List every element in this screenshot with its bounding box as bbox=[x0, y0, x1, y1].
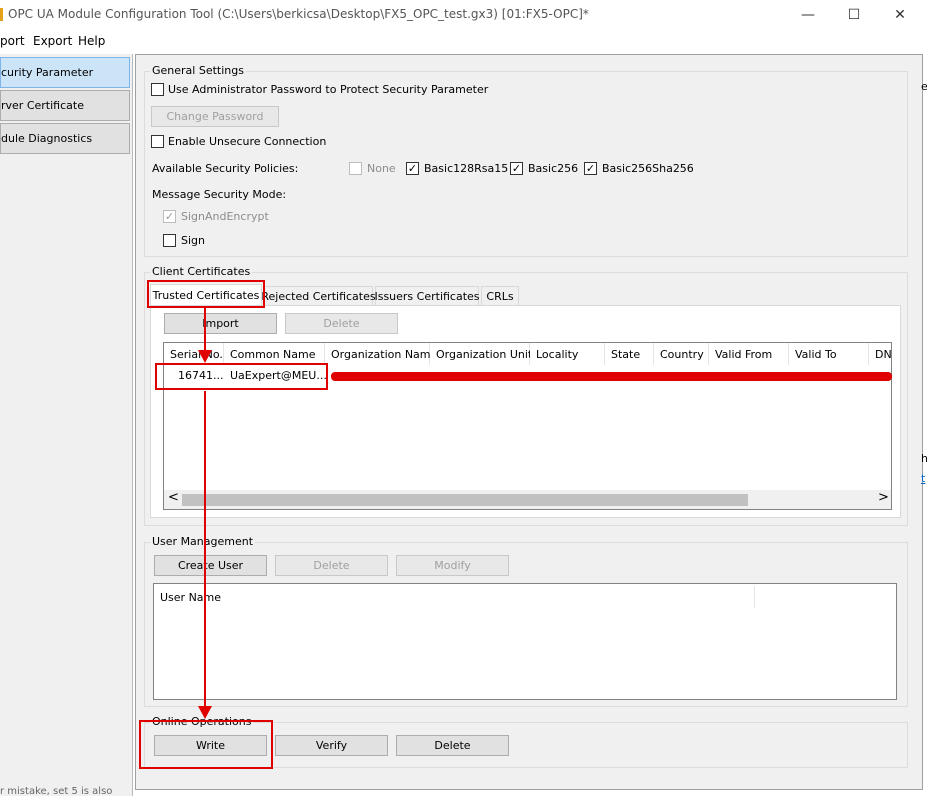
scrollbar-thumb[interactable] bbox=[182, 494, 748, 506]
column-header[interactable]: State bbox=[605, 343, 654, 365]
tab-issuers-certificates[interactable]: Issuers Certificates bbox=[374, 286, 480, 306]
annotation-arrow-line bbox=[204, 307, 206, 355]
tab-crls[interactable]: CRLs bbox=[481, 286, 519, 306]
unsecure-connection-checkbox[interactable] bbox=[151, 135, 164, 148]
column-header[interactable]: Organization Name bbox=[325, 343, 437, 365]
delete-certificate-button[interactable]: Delete bbox=[285, 313, 398, 334]
annotation-arrow-line bbox=[204, 391, 206, 713]
policy-basic256sha256-label: Basic256Sha256 bbox=[602, 162, 694, 175]
user-name-column-header[interactable]: User Name bbox=[160, 591, 221, 604]
policy-basic256-label: Basic256 bbox=[528, 162, 579, 175]
left-navigation bbox=[0, 54, 133, 796]
user-management-title: User Management bbox=[150, 535, 256, 548]
column-header[interactable]: DN bbox=[869, 343, 891, 365]
menu-item-help[interactable]: Help bbox=[78, 34, 105, 48]
annotation-box-trusted-tab bbox=[147, 280, 265, 308]
import-button[interactable]: Import bbox=[164, 313, 277, 334]
policy-none-label: None bbox=[367, 162, 396, 175]
background-fragment-link: t bbox=[921, 472, 926, 485]
menu-item-export[interactable]: Export bbox=[33, 34, 72, 48]
scroll-right-icon[interactable]: > bbox=[878, 490, 889, 505]
minimize-icon: — bbox=[801, 7, 815, 23]
unsecure-connection-label: Enable Unsecure Connection bbox=[168, 135, 327, 148]
column-header[interactable]: Valid To bbox=[789, 343, 869, 365]
nav-server-certificate[interactable]: rver Certificate bbox=[0, 90, 130, 121]
nav-label: curity Parameter bbox=[1, 66, 94, 79]
app-icon bbox=[0, 8, 3, 21]
general-settings-title: General Settings bbox=[150, 64, 246, 77]
nav-module-diagnostics[interactable]: dule Diagnostics bbox=[0, 123, 130, 154]
change-password-button[interactable]: Change Password bbox=[151, 106, 279, 127]
column-header[interactable]: Common Name bbox=[224, 343, 325, 365]
policy-basic256-checkbox[interactable]: ✓ bbox=[510, 162, 523, 175]
column-header[interactable]: Valid From bbox=[709, 343, 789, 365]
sign-encrypt-label: SignAndEncrypt bbox=[181, 210, 269, 223]
policy-basic256sha256-checkbox[interactable]: ✓ bbox=[584, 162, 597, 175]
background-fragment: h bbox=[921, 452, 927, 465]
sign-checkbox[interactable] bbox=[163, 234, 176, 247]
column-divider bbox=[754, 586, 755, 608]
delete-user-button[interactable]: Delete bbox=[275, 555, 388, 576]
create-user-button[interactable]: Create User bbox=[154, 555, 267, 576]
menu-bar bbox=[0, 30, 927, 52]
arrow-head-icon bbox=[198, 706, 212, 719]
admin-password-checkbox[interactable] bbox=[151, 83, 164, 96]
column-header[interactable]: Serial No. bbox=[164, 343, 224, 365]
policy-basic128rsa15-checkbox[interactable]: ✓ bbox=[406, 162, 419, 175]
policy-basic128rsa15-label: Basic128Rsa15 bbox=[424, 162, 509, 175]
close-icon: ✕ bbox=[894, 7, 906, 23]
client-certificates-title: Client Certificates bbox=[150, 265, 253, 278]
nav-security-parameter[interactable]: curity Parameter bbox=[0, 57, 130, 88]
background-fragment: e bbox=[921, 80, 927, 93]
menu-item-import[interactable]: port bbox=[0, 34, 25, 48]
redaction-bar bbox=[331, 372, 892, 381]
sign-label: Sign bbox=[181, 234, 205, 247]
background-text-fragment: r mistake, set 5 is also bbox=[0, 786, 113, 797]
annotation-box-write-button bbox=[139, 720, 273, 769]
window-title: OPC UA Module Configuration Tool (C:\Use… bbox=[8, 7, 589, 21]
annotation-box-certificate-row bbox=[155, 363, 328, 390]
sign-encrypt-checkbox[interactable]: ✓ bbox=[163, 210, 176, 223]
delete-online-button[interactable]: Delete bbox=[396, 735, 509, 756]
minimize-button[interactable]: — bbox=[785, 0, 831, 30]
policy-none-checkbox[interactable] bbox=[349, 162, 362, 175]
column-header[interactable]: Country bbox=[654, 343, 709, 365]
available-policies-label: Available Security Policies: bbox=[152, 162, 299, 175]
nav-label: dule Diagnostics bbox=[1, 132, 93, 145]
scroll-left-icon[interactable]: < bbox=[168, 490, 179, 505]
verify-button[interactable]: Verify bbox=[275, 735, 388, 756]
arrow-head-icon bbox=[198, 350, 212, 363]
close-window-button[interactable]: ✕ bbox=[877, 0, 923, 30]
nav-label: rver Certificate bbox=[1, 99, 84, 112]
message-mode-label: Message Security Mode: bbox=[152, 188, 287, 201]
modify-user-button[interactable]: Modify bbox=[396, 555, 509, 576]
user-list: User Name bbox=[153, 583, 897, 700]
maximize-icon: ☐ bbox=[847, 7, 861, 23]
admin-password-label: Use Administrator Password to Protect Se… bbox=[168, 83, 489, 96]
column-header[interactable]: Organization Unit bbox=[430, 343, 532, 365]
maximize-button[interactable]: ☐ bbox=[831, 0, 877, 30]
column-header[interactable]: Locality bbox=[530, 343, 605, 365]
tab-rejected-certificates[interactable]: Rejected Certificates bbox=[261, 286, 376, 306]
